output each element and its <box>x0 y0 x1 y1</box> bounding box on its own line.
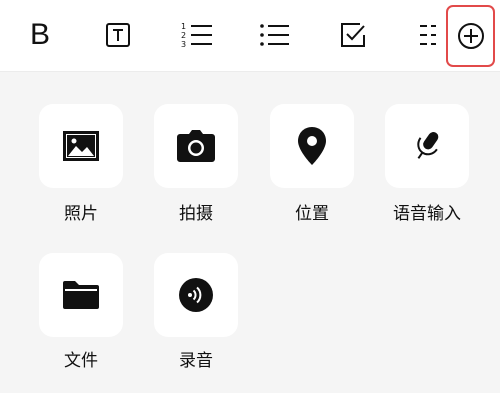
voice-input-label: 语音输入 <box>393 204 461 224</box>
numbered-list-button[interactable]: 1 2 3 <box>170 8 224 62</box>
camera-icon <box>177 130 215 162</box>
text-style-button[interactable] <box>91 8 145 62</box>
image-icon <box>63 131 99 161</box>
format-toolbar: B 1 2 3 <box>0 0 500 72</box>
plus-circle-icon <box>457 23 484 49</box>
checkbox-icon <box>341 23 365 47</box>
bulleted-list-button[interactable] <box>248 8 302 62</box>
record-label: 录音 <box>179 351 213 371</box>
microphone-icon <box>417 131 439 159</box>
bulleted-list-icon <box>260 24 289 46</box>
audio-record-icon <box>179 278 213 312</box>
file-label: 文件 <box>64 351 98 371</box>
location-pin-icon <box>298 127 326 165</box>
add-attachment-button[interactable] <box>446 5 495 67</box>
checklist-button[interactable] <box>326 8 380 62</box>
svg-text:1: 1 <box>181 22 186 31</box>
dashed-list-icon <box>420 25 436 45</box>
camera-button[interactable] <box>154 104 238 188</box>
folder-icon <box>63 281 99 309</box>
bold-button[interactable]: B <box>13 8 67 62</box>
svg-text:3: 3 <box>181 40 186 49</box>
bold-icon: B <box>29 18 50 51</box>
photo-label: 照片 <box>64 204 98 224</box>
file-button[interactable] <box>39 253 123 337</box>
location-label: 位置 <box>295 204 329 224</box>
record-button[interactable] <box>154 253 238 337</box>
text-box-icon <box>106 23 130 47</box>
camera-label: 拍摄 <box>179 204 213 224</box>
photo-button[interactable] <box>39 104 123 188</box>
voice-input-button[interactable] <box>385 104 469 188</box>
location-button[interactable] <box>270 104 354 188</box>
numbered-list-icon: 1 2 3 <box>181 22 212 49</box>
svg-text:2: 2 <box>181 31 186 40</box>
